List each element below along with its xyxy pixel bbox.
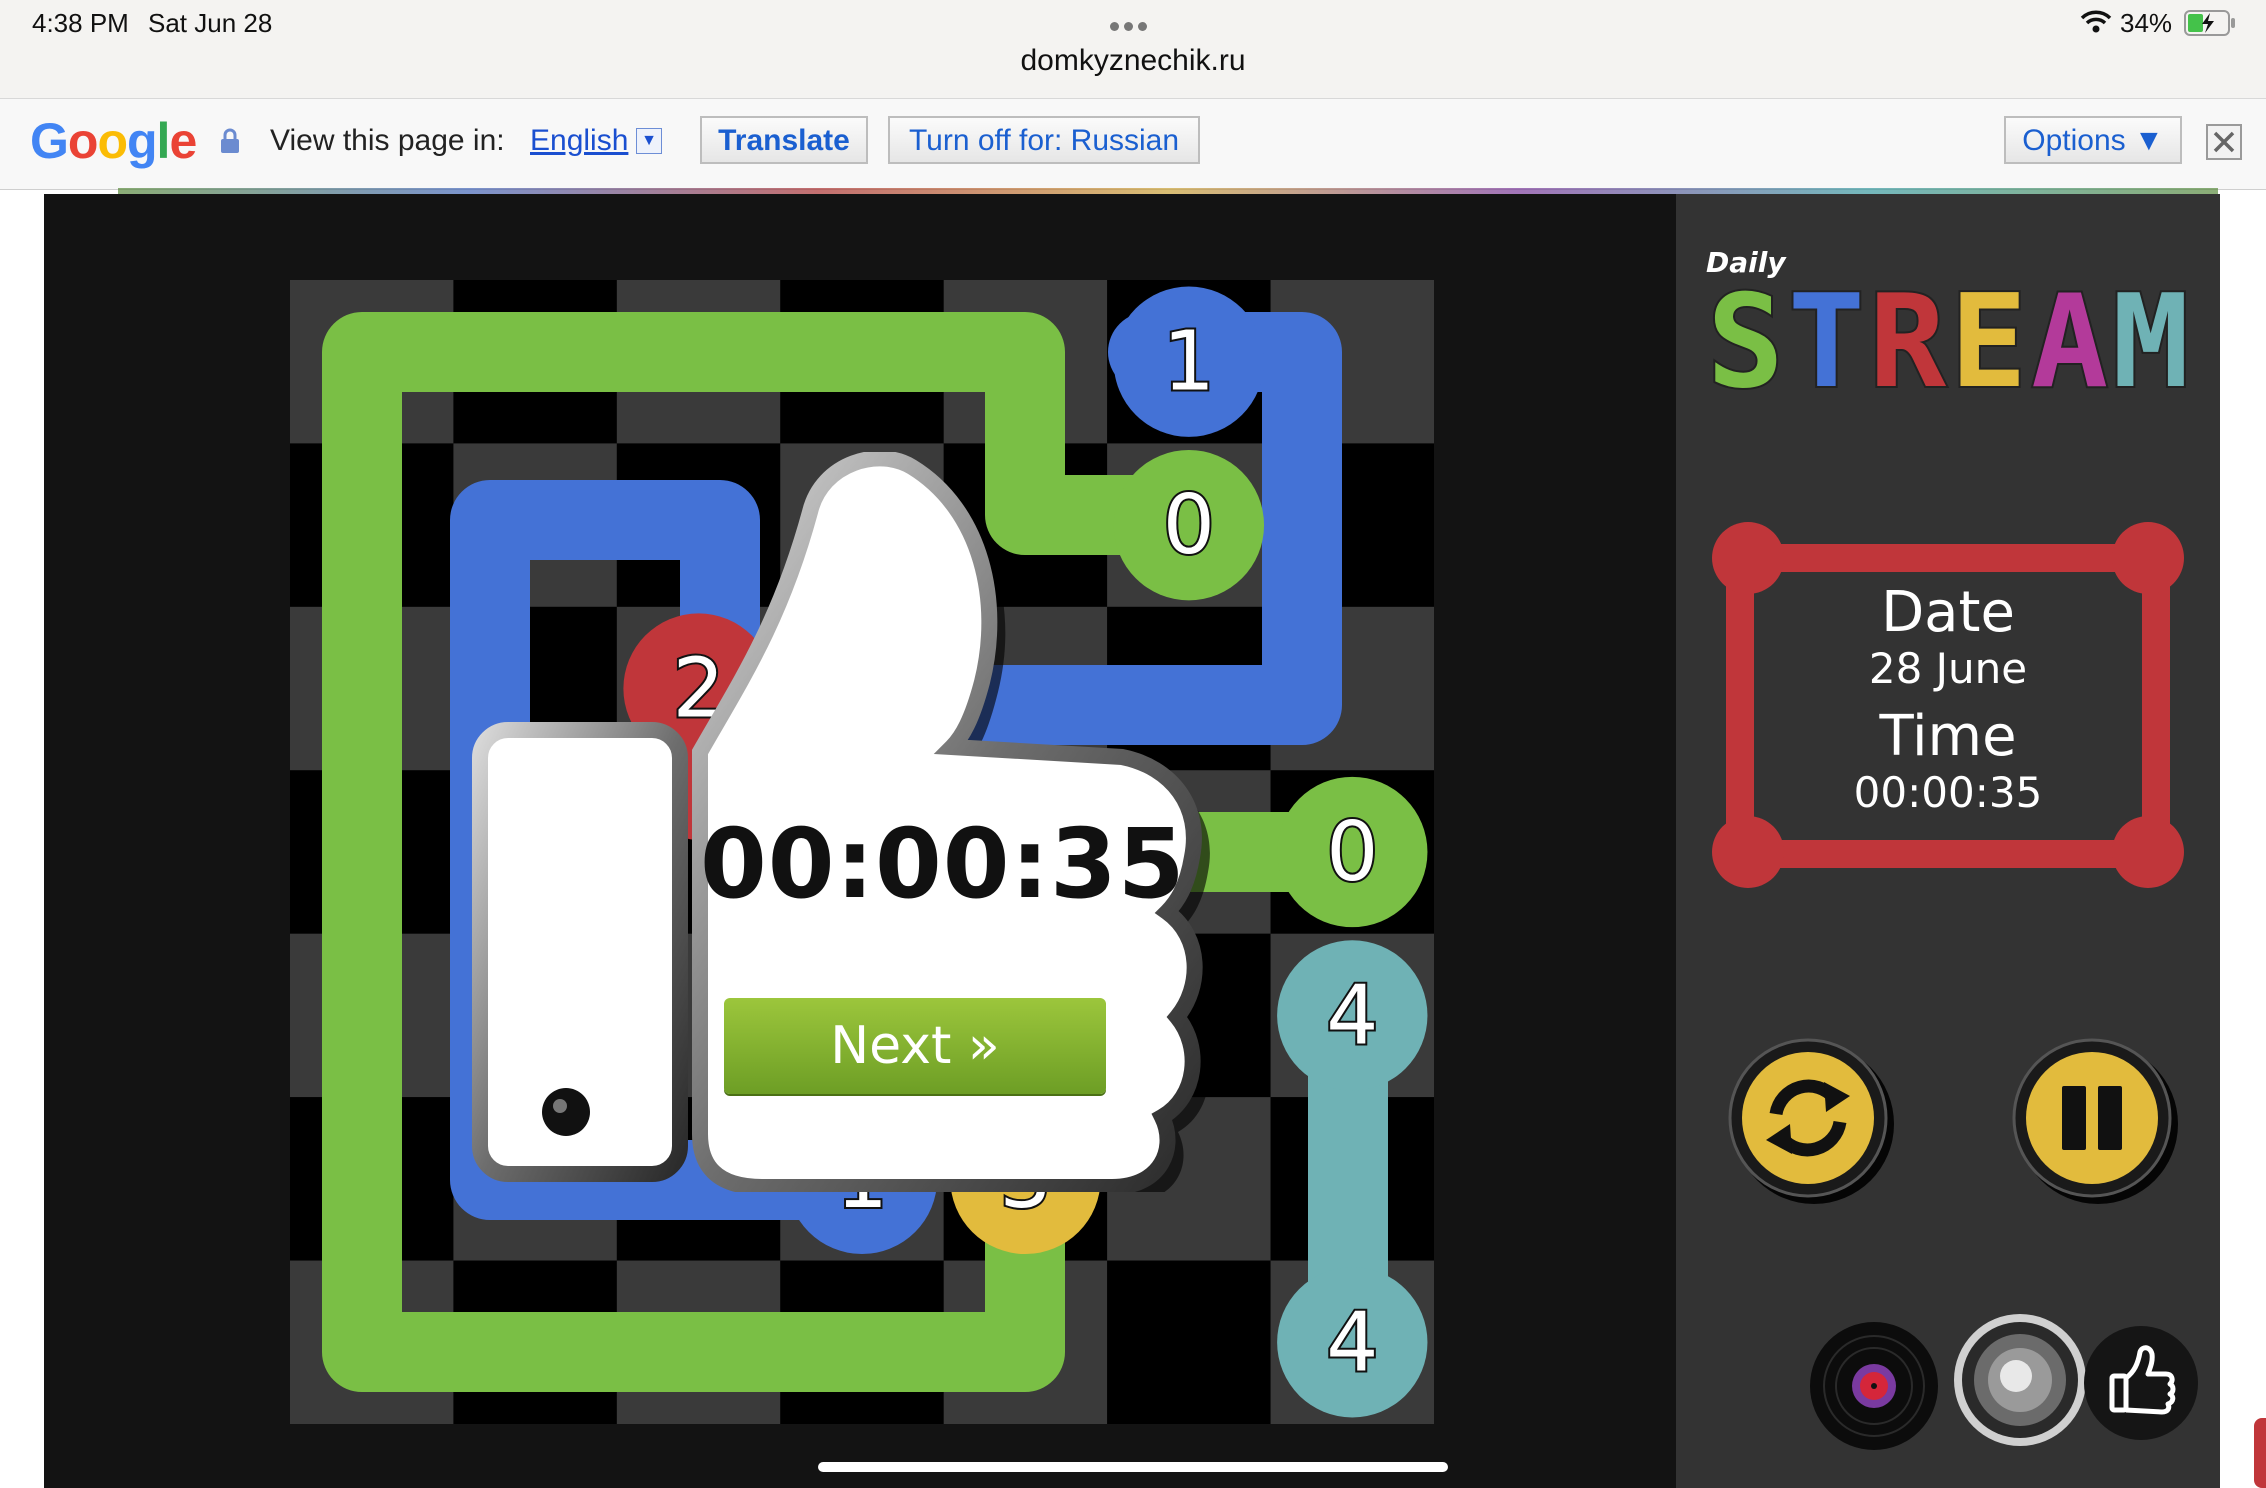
like-button[interactable] [2082, 1324, 2200, 1442]
chevron-down-icon[interactable]: ▼ [636, 128, 662, 154]
restart-button[interactable] [1726, 1036, 1896, 1206]
date-label: Date [1881, 580, 2015, 645]
music-toggle-button[interactable] [1806, 1318, 1942, 1454]
svg-text:STREAM: STREAM [1707, 286, 2193, 406]
node-label: 1 [1163, 315, 1215, 410]
pause-button[interactable] [2010, 1036, 2180, 1206]
translate-button[interactable]: Translate [700, 116, 868, 164]
node-label: 4 [1326, 968, 1378, 1063]
stream-logo: STREAM [1705, 286, 2193, 406]
logo-daily: Daily [1706, 246, 1786, 279]
status-bar: 4:38 PM Sat Jun 28 domkyznechik.ru 34% [0, 0, 2266, 98]
board-cell[interactable] [1107, 1260, 1271, 1424]
language-select[interactable]: English [530, 124, 628, 158]
number-node[interactable]: 4 [1277, 940, 1428, 1091]
close-icon[interactable] [2206, 124, 2242, 160]
result-time: 00:00:35 [700, 808, 1186, 920]
number-node[interactable]: 0 [1277, 776, 1428, 928]
node-label: 0 [1326, 805, 1378, 900]
translate-prompt: View this page in: [270, 124, 505, 157]
address-bar-url[interactable]: domkyznechik.ru [0, 44, 2266, 78]
node-label: 4 [1326, 1295, 1378, 1390]
multitasking-dots-icon[interactable] [1110, 18, 1154, 31]
turn-off-russian-button[interactable]: Turn off for: Russian [888, 116, 1200, 164]
time-value: 00:00:35 [1853, 768, 2043, 817]
google-logo: Google [30, 113, 197, 169]
battery-charging-icon [2184, 10, 2235, 36]
next-button[interactable]: Next » [724, 998, 1106, 1094]
speaker-icon [1974, 1334, 2066, 1426]
date-value: 28 June [1868, 644, 2028, 693]
lock-icon [221, 128, 239, 153]
home-indicator[interactable] [818, 1462, 1448, 1472]
time-label: Time [1879, 704, 2017, 769]
options-button[interactable]: Options ▼ [2004, 116, 2182, 164]
battery-percent: 34% [2120, 8, 2173, 38]
status-time: 4:38 PM [32, 8, 129, 38]
vinyl-record-icon [1852, 1364, 1896, 1408]
wifi-icon [2080, 10, 2112, 33]
number-node[interactable]: 1 [1113, 286, 1265, 437]
sound-toggle-button[interactable] [1950, 1310, 2090, 1450]
edge-tab[interactable] [2254, 1418, 2266, 1488]
number-node[interactable]: 4 [1277, 1267, 1428, 1418]
status-date: Sat Jun 28 [148, 8, 273, 38]
